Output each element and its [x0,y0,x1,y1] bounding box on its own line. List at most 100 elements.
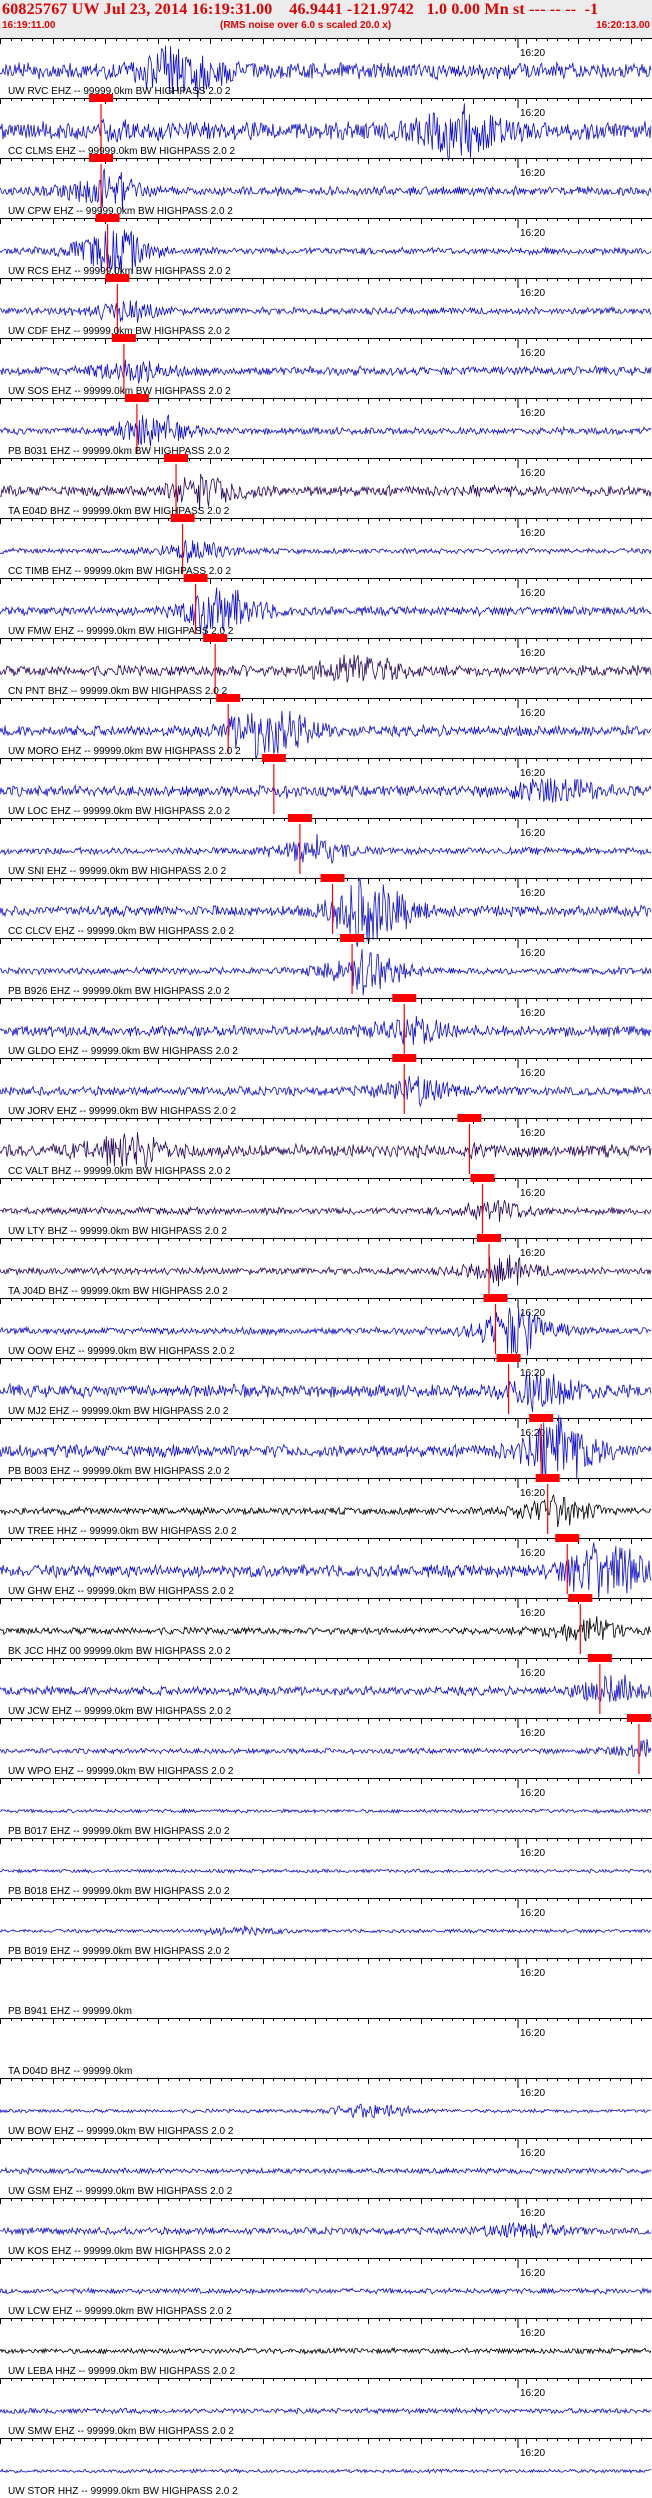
pick-flag [340,934,365,942]
tick-label: 16:20 [520,2148,545,2159]
waveform [0,1075,652,1108]
station-label: PB B017 EHZ -- 99999.0km BW HIGHPASS 2.0… [8,1826,230,1837]
waveform [0,1674,652,1703]
trace-row: 16:20 PB B019 EHZ -- 99999.0km BW HIGHPAS… [0,1898,652,1957]
start-time: 16:19:11.00 [2,20,56,31]
pick-flag [170,514,195,522]
station-label: UW GHW EHZ -- 99999.0km BW HIGHPASS 2.0 … [8,1586,234,1597]
trace-row: 16:20 UW BOW EHZ -- 99999.0km BW HIGHPASS… [0,2078,652,2137]
waveform [0,2406,652,2416]
pick-flag [477,1234,501,1242]
pick-flag [95,214,120,222]
pick-flag [392,1054,417,1062]
pick-flag [261,754,286,762]
trace-row: 16:20 PB B926 EHZ -- 99999.0km BW HIGHPAS… [0,934,652,997]
pick-flag [392,994,417,1002]
waveform [0,1199,652,1223]
waveform [0,777,652,803]
trace-row: 16:20 PB B031 EHZ -- 99999.0km BW HIGHPAS… [0,394,652,457]
tick-label: 16:20 [520,108,545,119]
pick-flag [568,1594,593,1602]
pick-flag [457,1114,482,1122]
station-label: UW BOW EHZ -- 99999.0km BW HIGHPASS 2.0 … [8,2126,234,2137]
tick-label: 16:20 [520,528,545,539]
waveform [0,2468,652,2475]
pick-flag [164,454,189,462]
waveform [0,2346,652,2356]
tick-label: 16:20 [520,2028,545,2039]
station-label: UW RVC EHZ -- 99999.0km BW HIGHPASS 2.0 … [8,86,231,97]
trace-row: 16:20 PB B018 EHZ -- 99999.0km BW HIGHPAS… [0,1838,652,1897]
trace-row: 16:20 UW SOS EHZ -- 99999.0km BW HIGHPASS… [0,334,652,397]
trace-row: 16:20 BK JCC HHZ 00 99999.0km BW HIGHPASS… [0,1594,652,1657]
tick-label: 16:20 [520,1368,545,1379]
station-label: BK JCC HHZ 00 99999.0km BW HIGHPASS 2.0 … [8,1646,231,1657]
station-label: UW GSM EHZ -- 99999.0km BW HIGHPASS 2.0 … [8,2186,233,2197]
trace-row: 16:20 UW LTY BHZ -- 99999.0km BW HIGHPASS… [0,1174,652,1237]
pick-flag [529,1414,554,1422]
trace-row: 16:20 TA E04D BHZ -- 99999.0km BW HIGHPAS… [0,454,652,517]
station-label: UW FMW EHZ -- 99999.0km BW HIGHPASS 2.0 … [8,626,234,637]
trace-row: 16:20 UW GSM EHZ -- 99999.0km BW HIGHPASS… [0,2138,652,2197]
tick-label: 16:20 [520,468,545,479]
waveform [0,654,652,683]
station-label: CC CLCV EHZ -- 99999.0km BW HIGHPASS 2.0… [8,926,234,937]
trace-row: 16:20 UW JCW EHZ -- 99999.0km BW HIGHPASS… [0,1654,652,1717]
waveform [0,1494,652,1528]
pick-flag [470,1174,495,1182]
tick-label: 16:20 [520,2088,545,2099]
trace-row: 16:20 UW JORV EHZ -- 99999.0km BW HIGHPAS… [0,1054,652,1117]
tick-label: 16:20 [520,2208,545,2219]
tick-label: 16:20 [520,348,545,359]
waveform [0,1616,652,1642]
tick-label: 16:20 [520,828,545,839]
pick-flag [587,1654,612,1662]
trace-row: 16:20 UW TREE HHZ -- 99999.0km BW HIGHPAS… [0,1474,652,1537]
station-label: TA E04D BHZ -- 99999.0km BW HIGHPASS 2.0… [8,506,230,517]
pick-flag [111,334,136,342]
waveform [0,1132,652,1169]
station-label: UW CPW EHZ -- 99999.0km BW HIGHPASS 2.0 … [8,206,233,217]
tick-label: 16:20 [520,708,545,719]
rms-note: (RMS noise over 6.0 s scaled 20.0 x) [220,20,392,31]
station-label: PB B031 EHZ -- 99999.0km BW HIGHPASS 2.0… [8,446,230,457]
tick-label: 16:20 [520,1128,545,1139]
trace-row: 16:20 UW OOW EHZ -- 99999.0km BW HIGHPASS… [0,1294,652,1357]
station-label: UW WPO EHZ -- 99999.0km BW HIGHPASS 2.0 … [8,1766,234,1777]
station-label: CC VALT BHZ -- 99999.0km BW HIGHPASS 2.0… [8,1166,231,1177]
waveform [0,1807,652,1814]
tick-label: 16:20 [520,1908,545,1919]
waveform [0,2221,652,2239]
station-label: UW MJ2 EHZ -- 99999.0km BW HIGHPASS 2.0 … [8,1406,229,1417]
pick-flag [483,1294,508,1302]
tick-label: 16:20 [520,228,545,239]
trace-row: 16:20 CN PNT BHZ -- 99999.0km BW HIGHPASS… [0,634,652,697]
waveform [0,1925,652,1937]
tick-label: 16:20 [520,648,545,659]
station-label: UW SMW EHZ -- 99999.0km BW HIGHPASS 2.0 … [8,2426,234,2437]
tick-label: 16:20 [520,288,545,299]
tick-label: 16:20 [520,1728,545,1739]
station-label: TA D04D BHZ -- 99999.0km [8,2066,132,2077]
trace-row: 16:20 CC CLMS EHZ -- 99999.0km BW HIGHPAS… [0,94,652,161]
waveform [0,359,652,385]
pick-flag [555,1534,580,1542]
tick-label: 16:20 [520,408,545,419]
station-label: UW STOR HHZ -- 99999.0km BW HIGHPASS 2.0… [8,2486,238,2497]
station-label: UW GLDO EHZ -- 99999.0km BW HIGHPASS 2.0… [8,1046,238,1057]
seismogram-plot: 16:20 UW RVC EHZ -- 99999.0km BW HIGHPASS… [0,38,652,2497]
pick-flag [535,1474,560,1482]
station-label: TA J04D BHZ -- 99999.0km BW HIGHPASS 2.0… [8,1286,228,1297]
pick-flag [287,814,312,822]
tick-label: 16:20 [520,2388,545,2399]
station-label: PB B003 EHZ -- 99999.0km BW HIGHPASS 2.0… [8,1466,230,1477]
station-label: PB B926 EHZ -- 99999.0km BW HIGHPASS 2.0… [8,986,230,997]
waveform [0,1254,652,1287]
tick-label: 16:20 [520,1788,545,1799]
trace-row: 16:20 CC CLCV EHZ -- 99999.0km BW HIGHPAS… [0,874,652,948]
pick-flag [320,874,345,882]
pick-flag [124,394,149,402]
tick-label: 16:20 [520,588,545,599]
header-bar: 60825767 UW Jul 23, 2014 16:19:31.00 46.… [0,0,652,38]
trace-row: 16:20 TA D04D BHZ -- 99999.0km [0,2018,652,2077]
